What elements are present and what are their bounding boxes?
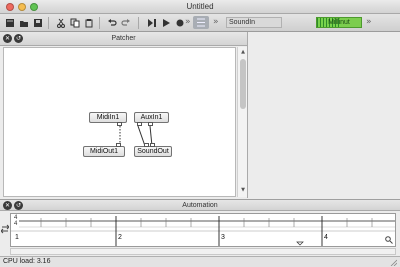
open-button[interactable] [18, 17, 30, 29]
ruler-bar-2: 2 [118, 234, 122, 241]
patcher-node-midiin1[interactable]: MidiIn1 [89, 112, 127, 126]
node-label: MidiOut1 [89, 148, 118, 155]
inlet-port[interactable] [116, 143, 121, 147]
play-pause-button[interactable] [146, 17, 158, 29]
outlet-port[interactable] [117, 122, 122, 126]
new-button[interactable] [4, 17, 16, 29]
automation-timeline[interactable]: 4 4 1 2 3 4 [10, 213, 396, 247]
undo-button[interactable] [106, 17, 118, 29]
level-meter: Millinut [316, 17, 362, 28]
scroll-thumb[interactable] [240, 59, 246, 109]
copy-button[interactable] [69, 17, 81, 29]
toolbar-overflow-icon[interactable]: » [185, 17, 191, 27]
patcher-node-soundout[interactable]: SoundOut [134, 143, 172, 157]
status-bar: CPU load: 3.16 [0, 256, 400, 267]
grid-icon [197, 18, 205, 27]
patcher-node-auxin1[interactable]: AuxIn1 [134, 112, 169, 126]
automation-header: ✕ ↺ Automation [0, 199, 400, 211]
open-icon [20, 21, 28, 27]
toolbar-separator [138, 17, 139, 29]
audio-device-field[interactable]: SoundIn [226, 17, 282, 28]
title-bar: Untitled [0, 0, 400, 14]
inspector-pane [247, 32, 400, 198]
window-title: Untitled [186, 2, 214, 11]
undo-icon [108, 19, 117, 26]
playhead-marker-icon [296, 241, 304, 246]
automation-horizontal-scrollbar[interactable] [10, 248, 396, 255]
outlet-port[interactable] [137, 122, 142, 126]
inlet-port[interactable] [150, 143, 155, 147]
node-label: SoundOut [137, 148, 169, 155]
toolbar: » » SoundIn Millinut » [0, 14, 400, 32]
ruler-bar-4: 4 [324, 234, 328, 241]
cpu-load-label: CPU load: 3.16 [3, 258, 51, 265]
paste-icon [85, 19, 93, 28]
redo-icon [121, 19, 130, 26]
redo-button[interactable] [120, 17, 132, 29]
patcher-title: Patcher [111, 35, 136, 42]
toolbar-overflow-icon[interactable]: » [366, 17, 372, 27]
new-icon [6, 19, 14, 27]
ruler-bar-3: 3 [221, 234, 225, 241]
automation-title: Automation [182, 202, 218, 209]
zoom-icon[interactable] [385, 236, 393, 244]
save-icon [34, 19, 42, 27]
cut-button[interactable] [55, 17, 67, 29]
save-button[interactable] [32, 17, 44, 29]
record-icon [176, 19, 184, 27]
edit-mode-button[interactable] [193, 16, 209, 29]
ruler-bar-1: 1 [15, 234, 19, 241]
patcher-node-midiout1[interactable]: MidiOut1 [83, 143, 125, 157]
resize-grip-icon[interactable] [390, 259, 397, 266]
cut-icon [57, 18, 65, 28]
toolbar-separator [99, 17, 100, 29]
patcher-canvas[interactable]: MidiIn1 AuxIn1 MidiOut1 SoundOut [3, 47, 236, 197]
copy-icon [70, 18, 80, 28]
patcher-header: ✕ ↺ Patcher [0, 32, 247, 46]
patcher-vertical-scrollbar[interactable]: ▲ ▼ [237, 47, 247, 197]
play-icon [163, 19, 170, 27]
toolbar-separator [48, 17, 49, 29]
outlet-port[interactable] [148, 122, 153, 126]
toolbar-overflow-icon[interactable]: » [213, 17, 219, 27]
inlet-port[interactable] [144, 143, 149, 147]
play-pause-icon [148, 19, 156, 27]
automation-grid [11, 216, 395, 246]
node-label: MidiIn1 [96, 114, 120, 121]
play-button[interactable] [160, 17, 172, 29]
paste-button[interactable] [83, 17, 95, 29]
level-meter-label: Millinut [328, 19, 350, 26]
automation-tool-icon[interactable] [1, 224, 9, 234]
node-label: AuxIn1 [140, 114, 163, 121]
